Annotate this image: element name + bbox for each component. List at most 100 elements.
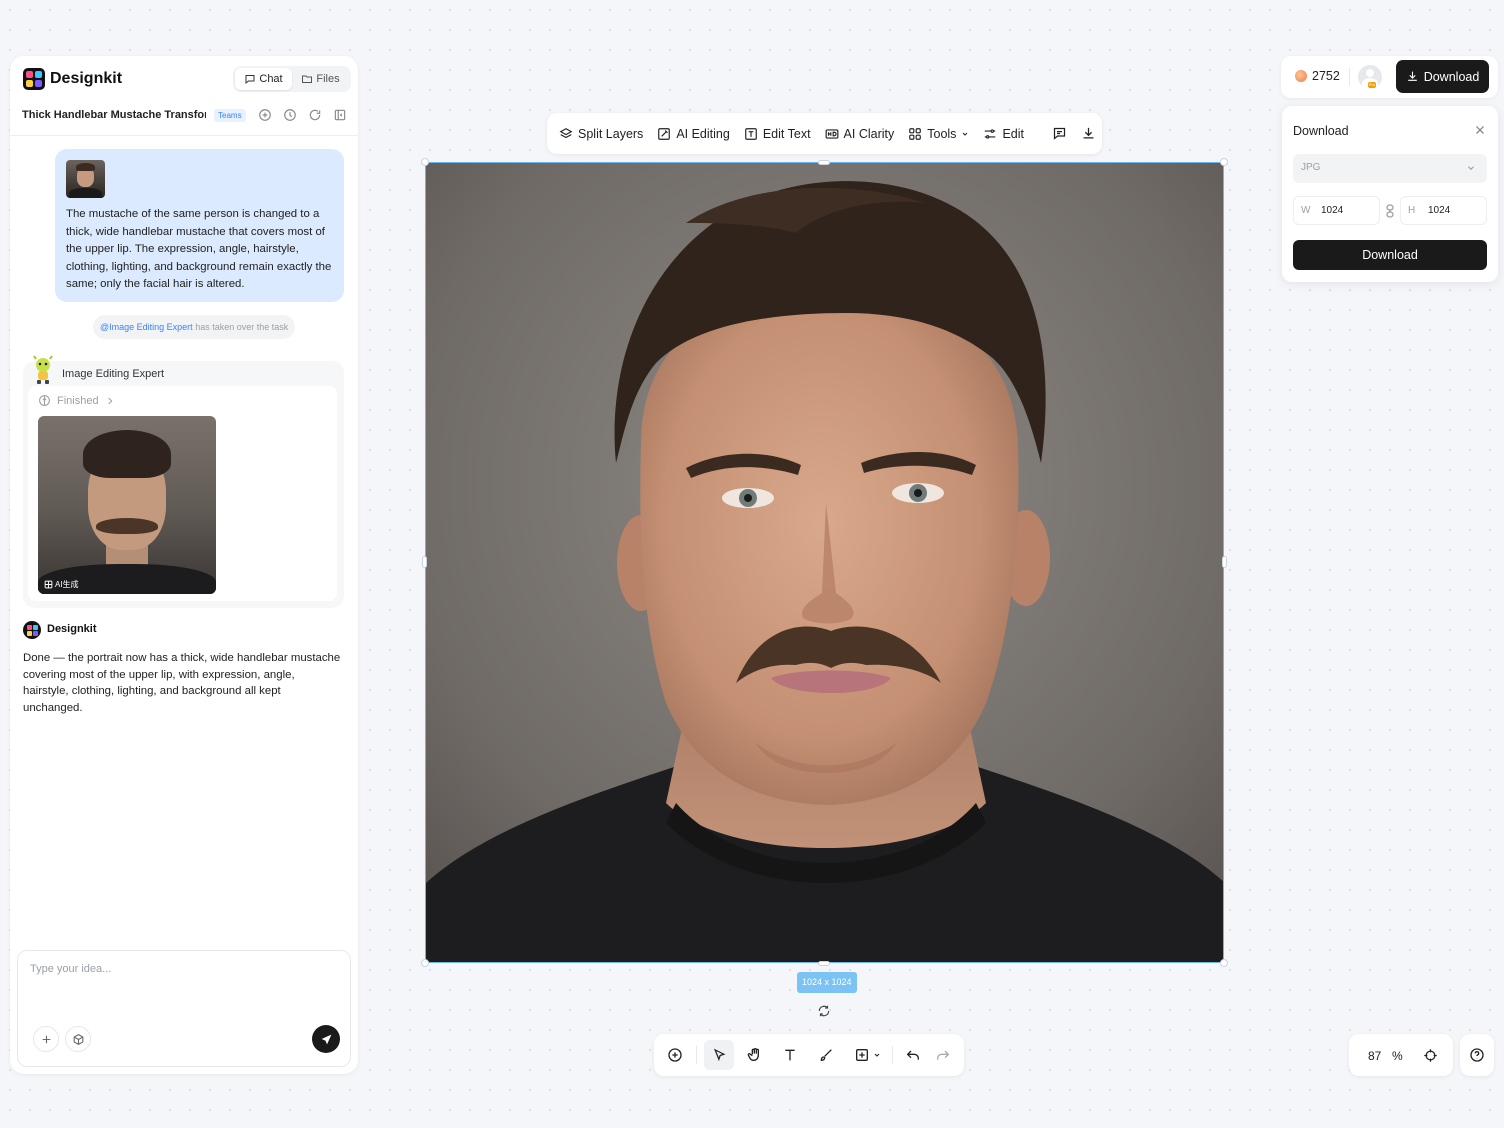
toolbar-download-button[interactable]	[1081, 126, 1096, 141]
image-size-badge: 1024 x 1024	[797, 972, 857, 993]
resize-handle-bottom[interactable]	[818, 961, 830, 966]
project-title[interactable]: Thick Handlebar Mustache Transfor...	[22, 109, 206, 121]
reference-image-thumbnail[interactable]	[66, 160, 105, 198]
comment-button[interactable]	[1052, 126, 1067, 141]
ai-generated-tag: AI生成	[44, 579, 79, 590]
tab-files-label: Files	[316, 73, 340, 85]
prompt-input[interactable]	[30, 963, 330, 1003]
refresh-icon[interactable]	[307, 107, 323, 123]
chevron-down-icon	[1466, 163, 1476, 173]
result-image-thumbnail[interactable]: AI生成	[38, 416, 216, 594]
format-value: JPG	[1301, 162, 1321, 173]
brush-icon	[818, 1047, 834, 1063]
add-element-button[interactable]	[660, 1040, 690, 1070]
history-icon[interactable]	[282, 107, 298, 123]
format-select[interactable]: JPG	[1293, 154, 1487, 183]
task-status-icon	[38, 394, 51, 407]
ai-tag-icon	[44, 580, 53, 589]
assistant-name: Designkit	[47, 623, 97, 635]
height-field[interactable]: H 1024	[1400, 196, 1487, 225]
handoff-notice: @Image Editing Expert has taken over the…	[93, 315, 296, 339]
new-chat-icon[interactable]	[257, 107, 273, 123]
hand-icon	[747, 1047, 763, 1063]
credits-counter[interactable]: 2752	[1295, 69, 1340, 83]
resize-handle-top[interactable]	[818, 160, 830, 165]
text-box-icon	[744, 127, 758, 141]
redo-icon	[935, 1047, 951, 1063]
ai-editing-button[interactable]: AI Editing	[657, 127, 730, 141]
height-value: 1024	[1428, 205, 1451, 216]
expert-avatar	[31, 355, 55, 385]
resize-handle-left[interactable]	[422, 556, 427, 568]
resize-handle-right[interactable]	[1222, 556, 1227, 568]
zoom-control: 87 %	[1349, 1034, 1453, 1076]
chat-panel: Designkit Chat Files Thick Handlebar Mus…	[10, 56, 358, 1074]
download-panel: Download JPG W 1024 H 1024 Download	[1282, 106, 1498, 282]
chevron-down-icon	[961, 130, 969, 138]
coin-icon	[1295, 70, 1307, 82]
add-shape-dropdown[interactable]	[847, 1040, 887, 1070]
select-tool-button[interactable]	[704, 1040, 734, 1070]
teams-badge: Teams	[214, 109, 246, 122]
edit-button[interactable]: Edit	[983, 127, 1024, 141]
width-label: W	[1301, 205, 1311, 216]
header-download-button[interactable]: Download	[1396, 60, 1489, 93]
expert-mention[interactable]: @Image Editing Expert	[100, 322, 193, 332]
help-button[interactable]	[1460, 1034, 1494, 1076]
close-download-panel-button[interactable]	[1472, 122, 1488, 138]
grid-icon	[908, 127, 922, 141]
task-status[interactable]: Finished	[38, 394, 115, 407]
download-icon	[1406, 70, 1419, 83]
user-message-text: The mustache of the same person is chang…	[66, 208, 332, 291]
tab-chat[interactable]: Chat	[235, 68, 292, 90]
edit-label: Edit	[1002, 126, 1024, 141]
folder-icon	[301, 73, 313, 85]
app-name: Designkit	[50, 70, 123, 87]
close-icon	[1474, 124, 1486, 136]
attach-button[interactable]	[33, 1026, 59, 1052]
chevron-down-icon	[873, 1051, 881, 1059]
sliders-icon	[983, 127, 997, 141]
cube-icon	[72, 1033, 85, 1046]
tool-divider	[696, 1046, 697, 1064]
resize-handle-bottom-left[interactable]	[421, 959, 429, 967]
ai-clarity-button[interactable]: AI Clarity	[825, 126, 895, 141]
download-button[interactable]: Download	[1293, 240, 1487, 270]
send-button[interactable]	[312, 1025, 340, 1053]
tools-dropdown[interactable]: Tools	[908, 127, 969, 141]
assistant-message: Done — the portrait now has a thick, wid…	[23, 652, 341, 714]
hand-tool-button[interactable]	[740, 1040, 770, 1070]
portrait-image	[426, 163, 1223, 962]
tools-label: Tools	[927, 126, 957, 141]
resize-handle-top-right[interactable]	[1220, 158, 1228, 166]
chat-panel-header: Designkit Chat Files Thick Handlebar Mus…	[10, 56, 358, 136]
rotate-button[interactable]	[814, 1001, 834, 1021]
header-download-label: Download	[1423, 69, 1480, 84]
task-status-label: Finished	[57, 394, 99, 407]
undo-button[interactable]	[898, 1040, 928, 1070]
ai-editing-label: AI Editing	[676, 126, 730, 141]
resize-handle-top-left[interactable]	[421, 158, 429, 166]
canvas-image[interactable]	[425, 162, 1224, 963]
redo-button[interactable]	[928, 1040, 958, 1070]
aspect-lock-icon[interactable]	[1385, 204, 1395, 218]
edit-text-button[interactable]: Edit Text	[744, 127, 811, 141]
split-layers-button[interactable]: Split Layers	[559, 127, 643, 141]
ai-clarity-label: AI Clarity	[843, 126, 895, 141]
split-layers-label: Split Layers	[578, 126, 644, 141]
brush-tool-button[interactable]	[811, 1040, 841, 1070]
pro-badge: Pro	[1368, 82, 1376, 88]
add-icon	[667, 1047, 683, 1063]
text-tool-icon	[782, 1047, 798, 1063]
image-toolbar: Split Layers AI Editing Edit Text AI Cla…	[547, 113, 1102, 154]
collapse-panel-icon[interactable]	[332, 107, 348, 123]
zoom-value[interactable]: 87	[1368, 1049, 1381, 1063]
tab-files[interactable]: Files	[292, 68, 349, 90]
account-bar: 2752 Pro Download	[1281, 56, 1498, 98]
undo-icon	[905, 1047, 921, 1063]
model-button[interactable]	[65, 1026, 91, 1052]
resize-handle-bottom-right[interactable]	[1220, 959, 1228, 967]
fit-to-screen-button[interactable]	[1420, 1045, 1440, 1065]
text-tool-button[interactable]	[775, 1040, 805, 1070]
width-field[interactable]: W 1024	[1293, 196, 1380, 225]
